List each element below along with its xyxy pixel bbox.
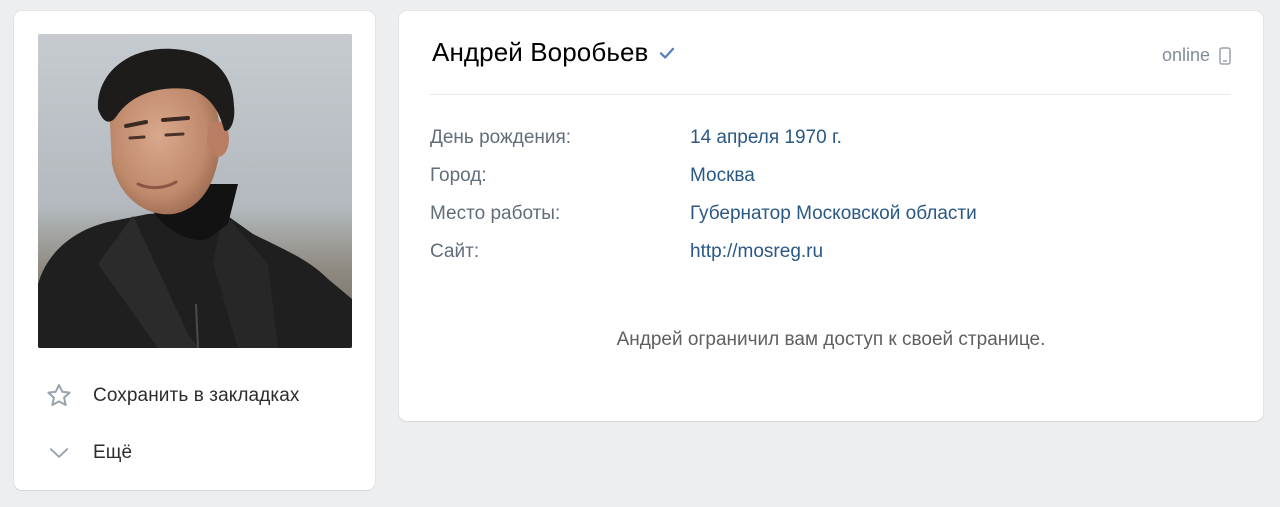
info-label: Место работы: bbox=[430, 203, 561, 224]
info-row-work: Место работы: Губернатор Московской обла… bbox=[430, 195, 977, 233]
city-link[interactable]: Москва bbox=[690, 165, 755, 187]
website-link[interactable]: http://mosreg.ru bbox=[690, 241, 823, 263]
profile-info-list: День рождения: 14 апреля 1970 г. Город: … bbox=[430, 119, 977, 271]
star-icon bbox=[42, 379, 76, 413]
online-status-text: online bbox=[1161, 45, 1210, 65]
birthday-link[interactable]: 14 апреля 1970 г. bbox=[690, 127, 842, 149]
online-status: online bbox=[1162, 45, 1231, 66]
restricted-access-notice: Андрей ограничил вам доступ к своей стра… bbox=[616, 329, 1046, 350]
profile-header: Андрей Воробьев bbox=[432, 37, 678, 68]
verified-check-icon[interactable] bbox=[658, 43, 678, 63]
info-row-city: Город: Москва bbox=[430, 157, 977, 195]
info-row-site: Сайт: http://mosreg.ru bbox=[430, 233, 977, 271]
profile-sidebar-card: Сохранить в закладках Ещё bbox=[14, 11, 375, 490]
info-label: Город: bbox=[430, 165, 487, 186]
profile-info-card: Андрей Воробьев online День рождения: 14… bbox=[399, 11, 1263, 421]
info-label: Сайт: bbox=[430, 241, 480, 262]
info-label: День рождения: bbox=[430, 127, 572, 148]
profile-name: Андрей Воробьев bbox=[432, 37, 649, 67]
more-label: Ещё bbox=[93, 442, 133, 463]
save-bookmark-button[interactable]: Сохранить в закладках bbox=[42, 376, 352, 416]
workplace-link[interactable]: Губернатор Московской области bbox=[690, 203, 977, 225]
mobile-phone-icon bbox=[1219, 46, 1231, 65]
save-bookmark-label: Сохранить в закладках bbox=[93, 385, 300, 406]
info-row-birthday: День рождения: 14 апреля 1970 г. bbox=[430, 119, 977, 157]
chevron-down-icon bbox=[42, 436, 76, 470]
profile-photo[interactable] bbox=[38, 34, 352, 348]
more-button[interactable]: Ещё bbox=[42, 433, 352, 473]
header-divider bbox=[430, 94, 1231, 95]
